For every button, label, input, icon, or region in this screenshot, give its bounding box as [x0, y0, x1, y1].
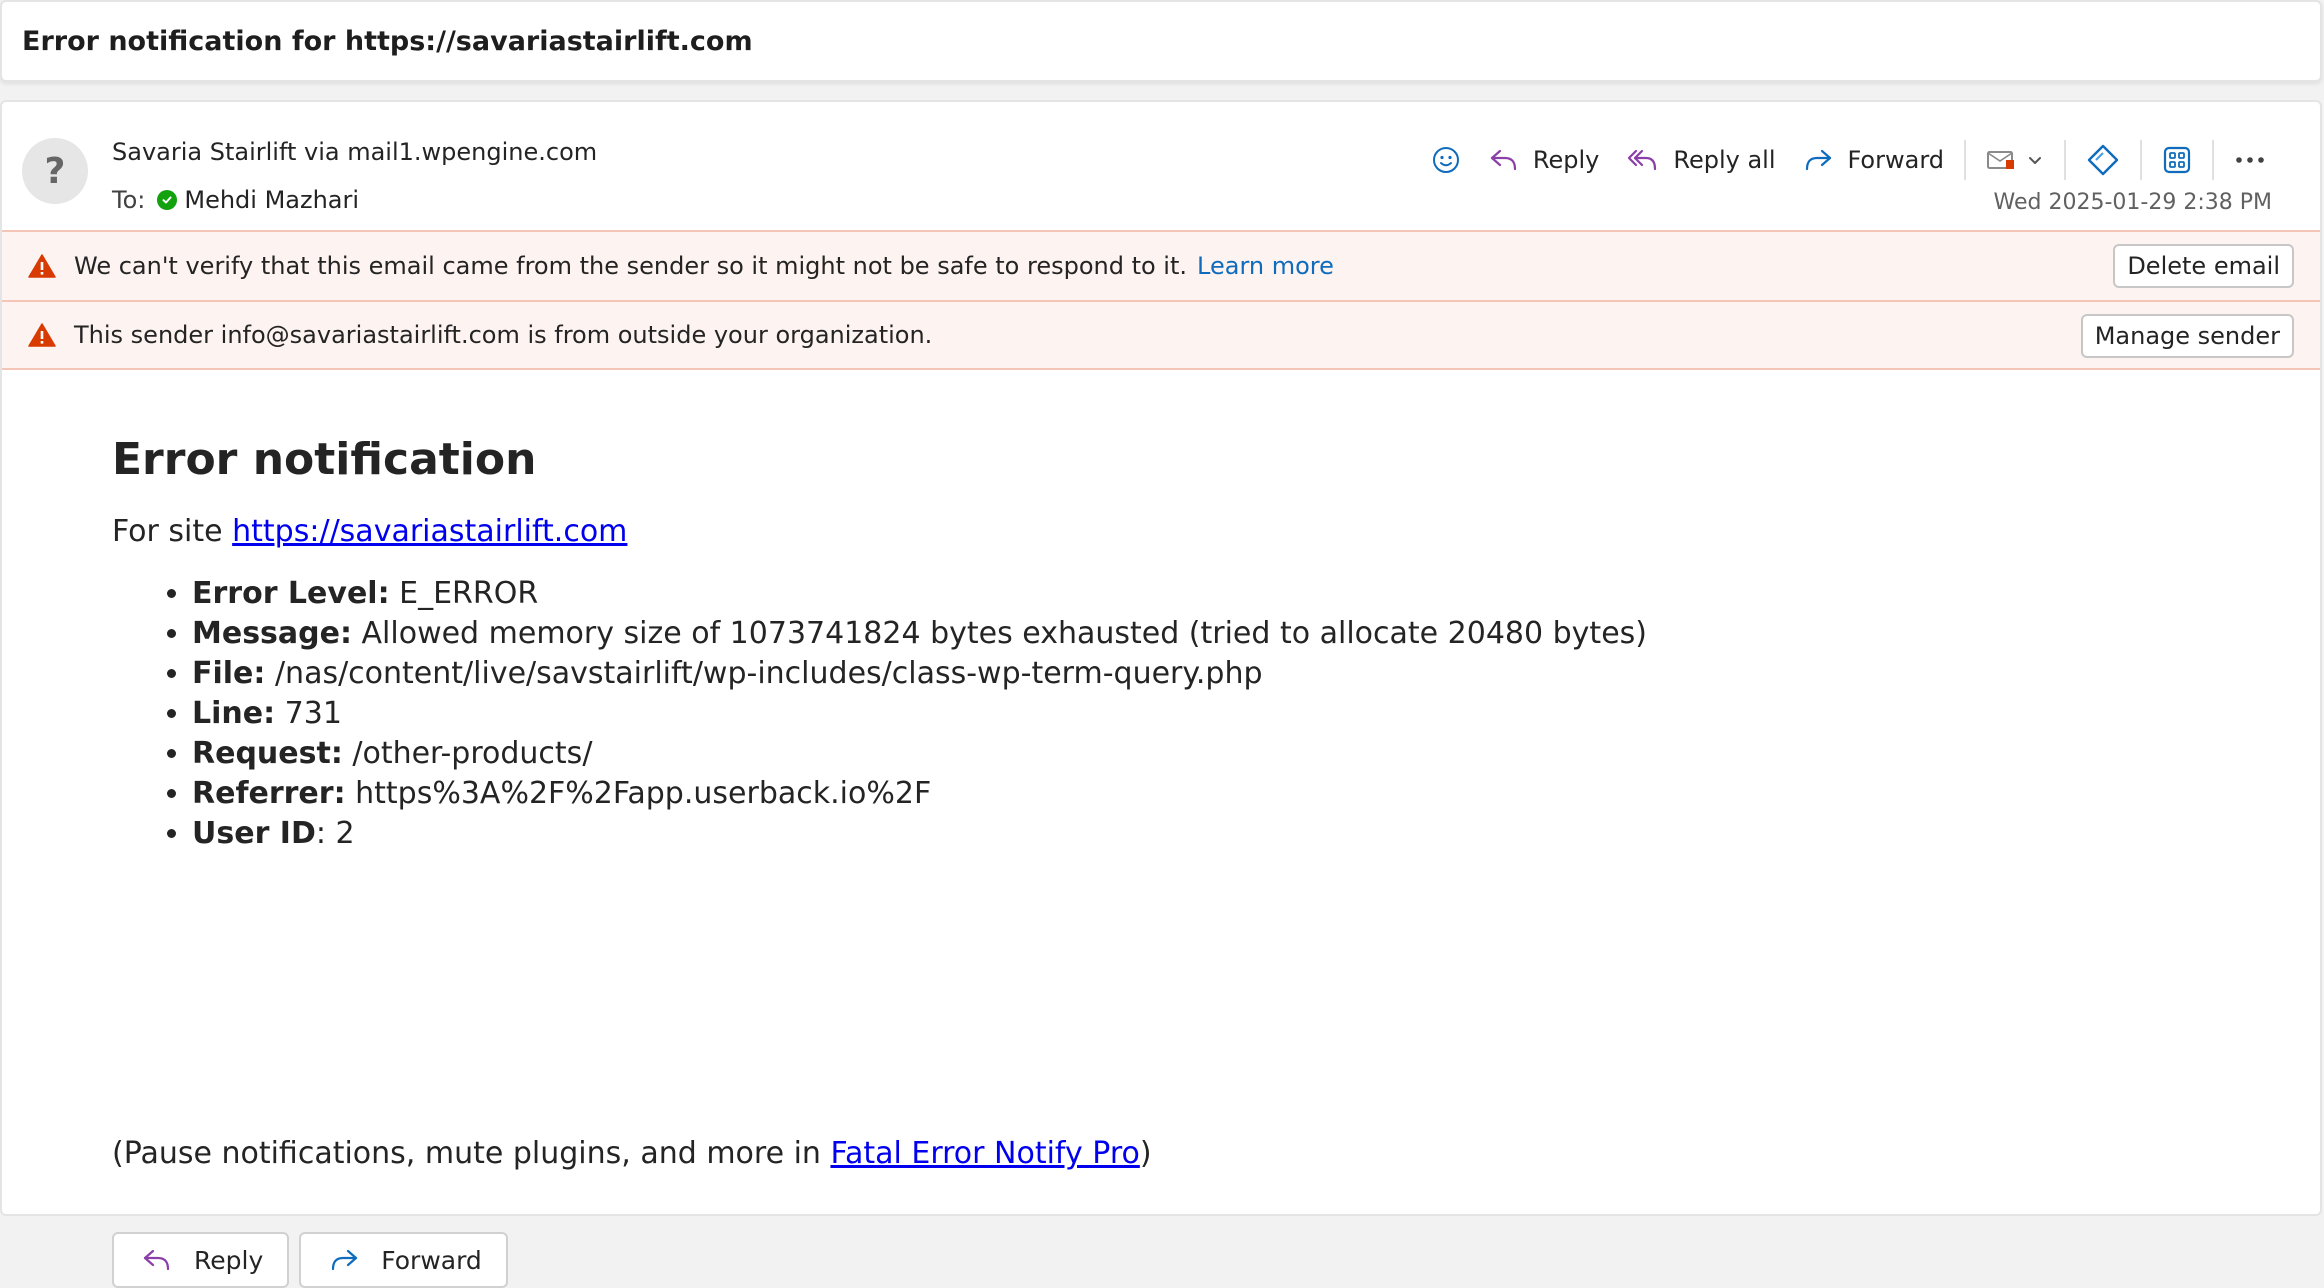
apps-grid-icon	[2163, 146, 2191, 174]
unverified-sender-text: We can't verify that this email came fro…	[74, 252, 1188, 280]
apps-button[interactable]	[2148, 138, 2206, 182]
forward-label: Forward	[1847, 146, 1944, 174]
warning-icon	[28, 322, 56, 348]
reply-label: Reply	[1532, 146, 1600, 174]
detail-label: Line:	[192, 696, 276, 731]
list-item: Referrer: https%3A%2F%2Fapp.userback.io%…	[192, 774, 2112, 814]
sender-name[interactable]: Savaria Stairlift via mail1.wpengine.com	[112, 138, 597, 166]
message-card: ? Savaria Stairlift via mail1.wpengine.c…	[0, 100, 2322, 1288]
message-body: Error notification For site https://sava…	[112, 432, 2112, 854]
detail-label: User ID	[192, 816, 316, 851]
reply-all-label: Reply all	[1673, 146, 1776, 174]
smiley-icon	[1432, 147, 1459, 173]
toolbar-divider	[2064, 140, 2066, 180]
toolbar-divider	[2140, 140, 2142, 180]
mark-message-dropdown[interactable]	[1972, 138, 2058, 182]
forward-icon	[1806, 149, 1832, 171]
unknown-sender-icon: ?	[44, 150, 66, 192]
forward-button[interactable]: Forward	[1789, 138, 1958, 182]
list-item: User ID: 2	[192, 814, 2112, 854]
bottom-reply-button[interactable]: Reply	[112, 1232, 290, 1288]
detail-value: Allowed memory size of 1073741824 bytes …	[351, 616, 1647, 651]
list-item: Error Level: E_ERROR	[192, 574, 2112, 614]
toolbar-divider	[2212, 140, 2214, 180]
reply-all-button[interactable]: Reply all	[1613, 138, 1789, 182]
for-site-prefix: For site	[112, 514, 233, 549]
error-details-list: Error Level: E_ERROR Message: Allowed me…	[112, 574, 2112, 854]
reply-button[interactable]: Reply	[1475, 138, 1613, 182]
toolbar-divider	[1964, 140, 1966, 180]
footer-suffix: )	[1139, 1136, 1152, 1171]
sender-avatar[interactable]: ?	[22, 138, 88, 204]
detail-value: https%3A%2F%2Fapp.userback.io%2F	[345, 776, 932, 811]
bottom-reply-label: Reply	[194, 1245, 264, 1275]
list-item: Message: Allowed memory size of 10737418…	[192, 614, 2112, 654]
warning-icon	[28, 253, 56, 279]
recipient-name[interactable]: Mehdi Mazhari	[184, 186, 359, 214]
footer-prefix: (Pause notifications, mute plugins, and …	[112, 1136, 831, 1171]
external-sender-banner: This sender info@savariastairlift.com is…	[2, 300, 2320, 370]
site-link[interactable]: https://savariastairlift.com	[232, 514, 627, 549]
body-title: Error notification	[112, 434, 537, 485]
reply-all-icon	[1628, 149, 1657, 171]
bottom-forward-button[interactable]: Forward	[299, 1232, 508, 1288]
detail-label: Referrer:	[192, 776, 346, 811]
detail-value: E_ERROR	[389, 576, 539, 611]
more-icon	[2236, 157, 2264, 163]
recipients-line: To: Mehdi Mazhari	[112, 186, 359, 214]
list-item: Request: /other-products/	[192, 734, 2112, 774]
detail-value: /other-products/	[342, 736, 593, 771]
detail-label: Request:	[192, 736, 343, 771]
bottom-forward-label: Forward	[381, 1245, 482, 1275]
fatal-error-notify-pro-link[interactable]: Fatal Error Notify Pro	[830, 1136, 1139, 1171]
detail-value: : 2	[315, 816, 355, 851]
chevron-down-icon	[2029, 157, 2041, 164]
for-site-line: For site https://savariastairlift.com	[112, 512, 2112, 552]
message-toolbar: Reply Reply all Forward	[1417, 138, 2280, 182]
message-flag-icon	[1987, 151, 2014, 169]
reply-icon	[1490, 149, 1516, 171]
tag-button[interactable]	[2072, 138, 2134, 182]
list-item: File: /nas/content/live/savstairlift/wp-…	[192, 654, 2112, 694]
email-subject: Error notification for https://savariast…	[22, 26, 753, 57]
tag-icon	[2087, 144, 2119, 176]
external-sender-text: This sender info@savariastairlift.com is…	[74, 321, 933, 349]
learn-more-link[interactable]: Learn more	[1197, 252, 1334, 280]
sent-date: Wed 2025-01-29 2:38 PM	[1993, 190, 2272, 215]
manage-sender-button[interactable]: Manage sender	[2080, 314, 2294, 358]
unverified-sender-banner: We can't verify that this email came fro…	[2, 230, 2320, 300]
to-label: To:	[112, 186, 146, 214]
reactions-button[interactable]	[1417, 138, 1475, 182]
detail-label: Error Level:	[192, 576, 390, 611]
footer-note: (Pause notifications, mute plugins, and …	[112, 1134, 1152, 1174]
detail-value: /nas/content/live/savstairlift/wp-includ…	[265, 656, 1263, 691]
detail-label: File:	[192, 656, 266, 691]
subject-bar: Error notification for https://savariast…	[0, 0, 2322, 82]
detail-label: Message:	[192, 616, 352, 651]
detail-value: 731	[275, 696, 342, 731]
presence-available-icon	[157, 190, 178, 210]
bottom-actions: Reply Forward	[112, 1232, 518, 1288]
list-item: Line: 731	[192, 694, 2112, 734]
forward-icon	[332, 1249, 358, 1271]
more-actions-button[interactable]	[2220, 138, 2280, 182]
reply-icon	[143, 1249, 170, 1271]
delete-email-button[interactable]: Delete email	[2113, 244, 2294, 288]
